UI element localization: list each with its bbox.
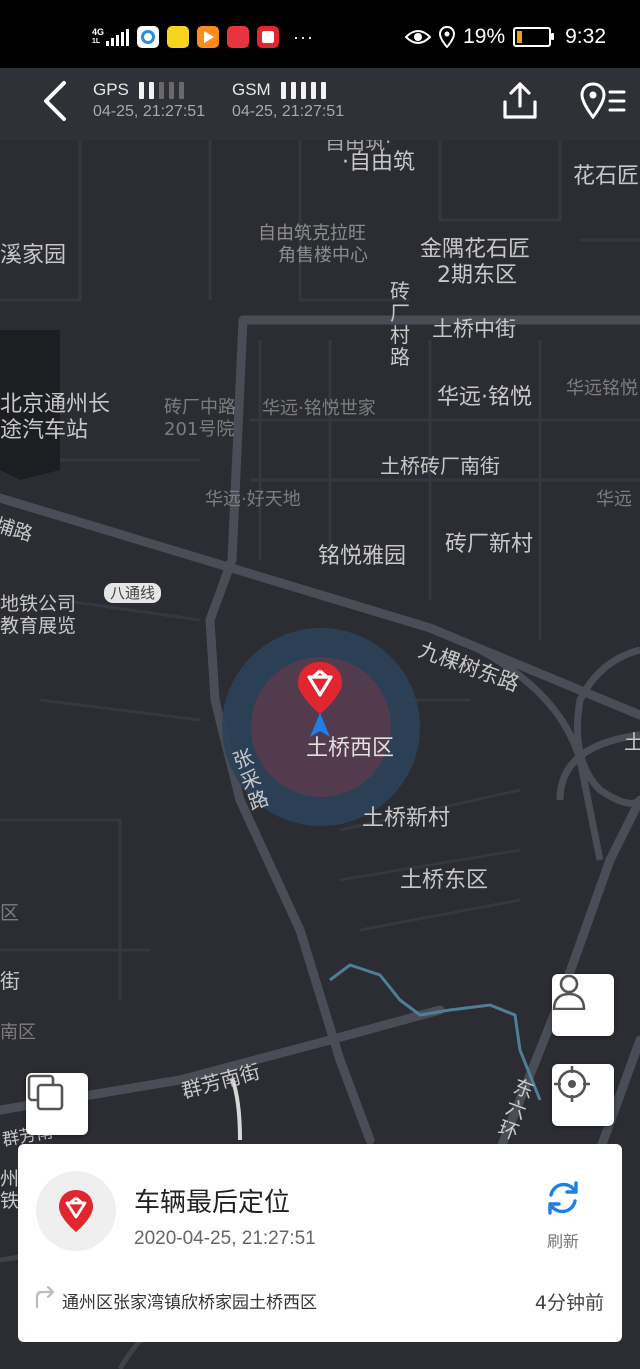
gsm-signal-bars	[280, 82, 326, 100]
gsm-status: GSM 04-25, 21:27:51	[232, 80, 344, 121]
map-label-edge-tu: 土	[624, 730, 640, 754]
signal-bar	[148, 82, 154, 100]
signal-bar	[168, 82, 174, 100]
gsm-label: GSM	[232, 80, 271, 99]
brand-pin-icon	[59, 1190, 93, 1232]
app-icon-orange	[197, 26, 220, 48]
map-label-mingyue-shijia: 华远·铭悦世家	[262, 398, 376, 419]
map-label-huashi-edge: 花石匠	[573, 164, 640, 189]
map-label-zhuanchang-201-2: 201号院	[164, 419, 235, 440]
subway-line-badge: 八通线	[104, 583, 162, 603]
map-label-tuqiao-middle: 土桥中街	[432, 317, 516, 341]
map-label-huayuan-mingyue-edge: 华远铭悦	[566, 378, 638, 399]
app-icon-blue	[137, 26, 160, 48]
heading-arrow-icon	[310, 713, 330, 737]
cell-signal-icon	[106, 28, 130, 46]
location-icon	[439, 26, 456, 48]
map-label-zhuanchang-south: 土桥砖厂南街	[380, 454, 500, 478]
network-indicator: 4G 1L	[92, 27, 130, 46]
map-label-mingyue-yayuan: 铭悦雅园	[318, 544, 407, 569]
map-label-haotiandi: 华远·好天地	[205, 489, 301, 510]
gps-label: GPS	[93, 80, 129, 99]
gps-time: 04-25, 21:27:51	[93, 103, 206, 120]
map-label-edge-tie: 铁	[0, 1190, 20, 1212]
app-icon-huawei	[227, 26, 250, 48]
map-label-jinyu-2: 2期东区	[437, 263, 517, 288]
driver-button[interactable]	[552, 974, 614, 1036]
person-icon	[552, 974, 586, 1010]
refresh-label: 刷新	[546, 1232, 579, 1251]
eye-icon	[405, 30, 432, 44]
app-icon-book	[257, 26, 280, 48]
gps-signal-bars	[138, 82, 184, 100]
map-label-huayuan-edge: 华远	[596, 489, 632, 510]
signal-bar	[178, 82, 184, 100]
signal-bar	[310, 82, 316, 100]
share-icon[interactable]	[500, 80, 540, 122]
map-label-corner-shop-2: 角售楼中心	[278, 245, 368, 266]
battery-icon	[513, 27, 555, 47]
status-bar: 4G 1L ··· 19% 9:32	[0, 0, 640, 68]
app-icon-yellow	[167, 26, 190, 48]
vehicle-location-pin[interactable]	[296, 660, 344, 716]
more-notifications: ···	[293, 26, 314, 47]
map-label-edge-nanqu: 南区	[0, 1022, 36, 1043]
map-label-xijiayuan: 溪家园	[0, 243, 67, 268]
map-label-subway-2: 教育展览	[0, 615, 77, 637]
clock: 9:32	[565, 25, 606, 48]
card-title: 车辆最后定位	[134, 1188, 291, 1218]
refresh-icon	[548, 1181, 578, 1215]
signal-bar	[158, 82, 164, 100]
map-label-zhuanchang-xincun: 砖厂新村	[445, 532, 534, 557]
map-label-ziyouzhu: ·自由筑	[342, 150, 415, 175]
locate-me-button[interactable]	[552, 1064, 614, 1126]
signal-bar	[280, 82, 286, 100]
signal-bar	[300, 82, 306, 100]
layers-icon	[27, 1074, 64, 1111]
map-label-bus-2: 途汽车站	[0, 418, 89, 443]
map-label-tuqiao-east: 土桥东区	[400, 868, 489, 893]
turn-arrow-icon	[35, 1286, 55, 1308]
signal-bar	[290, 82, 296, 100]
vehicle-location-card: 车辆最后定位 2020-04-25, 21:27:51 刷新 通州区张家湾镇欣桥…	[18, 1144, 622, 1342]
address-text: 通州区张家湾镇欣桥家园土桥西区	[62, 1293, 317, 1313]
map-label-zhuanchang-road: 砖厂村路	[390, 279, 410, 369]
time-ago: 4分钟前	[534, 1292, 604, 1314]
location-list-icon[interactable]	[580, 82, 626, 120]
signal-bar	[320, 82, 326, 100]
crosshair-icon	[554, 1066, 590, 1102]
gsm-time: 04-25, 21:27:51	[232, 103, 345, 120]
refresh-button[interactable]: 刷新	[538, 1178, 588, 1254]
battery-percent: 19%	[463, 25, 506, 48]
network-type: 4G	[92, 27, 105, 37]
layers-button[interactable]	[26, 1073, 88, 1135]
brand-logo	[36, 1171, 116, 1251]
map-label-huayuan-mingyue: 华远·铭悦	[437, 385, 532, 410]
gps-status: GPS 04-25, 21:27:51	[93, 80, 205, 121]
signal-bar	[138, 82, 144, 100]
back-arrow-icon[interactable]	[40, 80, 72, 122]
network-subtype: 1L	[92, 38, 101, 45]
map-label-edge-qu: 区	[0, 902, 20, 924]
card-datetime: 2020-04-25, 21:27:51	[134, 1228, 316, 1249]
map-label-tuqiao-xincun: 土桥新村	[362, 806, 451, 831]
map-label-edge-jie: 街	[0, 969, 20, 993]
